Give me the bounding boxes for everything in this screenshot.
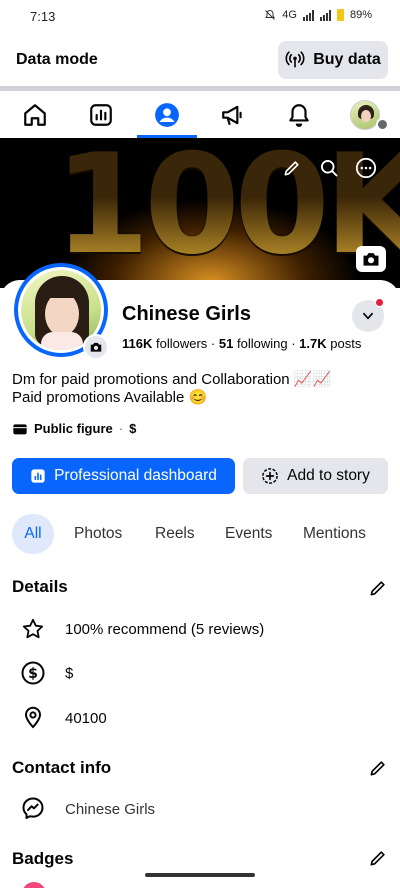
- nav-menu[interactable]: [332, 91, 398, 138]
- price-text: $: [65, 665, 74, 682]
- category-separator: ·: [118, 421, 124, 436]
- edit-contact-button[interactable]: [366, 756, 390, 780]
- star-icon: [20, 616, 46, 642]
- tab-all[interactable]: All: [12, 514, 54, 554]
- notification-dot: [375, 298, 384, 307]
- status-bar: 7:13 4G 89%: [0, 0, 400, 34]
- tab-reels[interactable]: Reels: [155, 514, 195, 554]
- nav-notifications[interactable]: [266, 91, 332, 138]
- nav-ads[interactable]: [200, 91, 266, 138]
- dashboard-label: Professional dashboard: [54, 467, 217, 484]
- broadcast-icon: [285, 51, 305, 68]
- search-button[interactable]: [314, 153, 344, 183]
- home-icon: [24, 103, 46, 126]
- profile-name: Chinese Girls: [122, 303, 251, 325]
- battery-level: 89%: [349, 9, 372, 21]
- profile-category: Public figure · $: [12, 421, 136, 436]
- profile-bio: Dm for paid promotions and Collaboration…: [12, 371, 331, 407]
- location-icon: [20, 704, 46, 730]
- top-nav: [0, 91, 400, 138]
- edit-badges-button[interactable]: [366, 846, 390, 870]
- tab-mentions[interactable]: Mentions: [303, 514, 366, 554]
- camera-icon: [363, 253, 379, 266]
- profile-icon: [155, 102, 179, 127]
- profile-stats: 116K followers · 51 following · 1.7K pos…: [122, 336, 361, 351]
- buy-data-label: Buy data: [313, 51, 381, 68]
- nav-profile[interactable]: [134, 91, 200, 138]
- data-mode-bar: Data mode Buy data: [0, 34, 400, 86]
- add-story-icon: [262, 468, 279, 484]
- tab-events[interactable]: Events: [225, 514, 272, 554]
- data-mode-label: Data mode: [16, 51, 98, 68]
- edit-cover-button[interactable]: [277, 153, 307, 183]
- contact-title: Contact info: [12, 758, 112, 777]
- menu-badge: [376, 118, 389, 131]
- battery-icon: [336, 9, 344, 21]
- tab-photos[interactable]: Photos: [74, 514, 122, 554]
- add-story-label: Add to story: [287, 467, 370, 484]
- following-label: following: [236, 336, 288, 351]
- stats-separator: ·: [291, 336, 296, 351]
- pencil-icon: [284, 161, 299, 176]
- dollar-icon: $: [20, 660, 46, 686]
- professional-dashboard-button[interactable]: Professional dashboard: [12, 458, 235, 494]
- price-range: $: [129, 421, 137, 436]
- details-title: Details: [12, 577, 68, 596]
- category-label: Public figure: [34, 421, 113, 436]
- buy-data-button[interactable]: Buy data: [278, 41, 388, 79]
- cover-text-shine: 100K: [54, 138, 400, 285]
- followers-label: followers: [156, 336, 208, 351]
- nav-home[interactable]: [2, 91, 68, 138]
- pencil-icon: [370, 851, 385, 866]
- camera-icon: [90, 342, 102, 352]
- badges-title: Badges: [12, 849, 74, 868]
- search-icon: [321, 160, 338, 177]
- briefcase-icon: [13, 423, 27, 434]
- posts-count[interactable]: 1.7K: [299, 336, 326, 351]
- stats-separator: ·: [210, 336, 216, 351]
- svg-text:$: $: [28, 666, 38, 682]
- status-icons: 4G 89%: [264, 9, 372, 21]
- bell-icon: [289, 103, 309, 127]
- bio-line: Paid promotions Available 😊: [12, 389, 208, 406]
- pencil-icon: [370, 581, 385, 596]
- nav-dashboard[interactable]: [68, 91, 134, 138]
- dashboard-icon: [31, 469, 45, 483]
- location-text[interactable]: 40100: [65, 710, 107, 727]
- status-time: 7:13: [30, 9, 56, 24]
- mute-icon: [265, 9, 276, 20]
- dashboard-icon: [90, 103, 112, 126]
- change-cover-button[interactable]: [356, 246, 386, 272]
- chevron-down-icon: [363, 312, 373, 320]
- signal-icon: [302, 9, 314, 21]
- home-indicator[interactable]: [145, 873, 255, 877]
- messenger-icon: [20, 795, 46, 821]
- signal-icon-2: [319, 9, 331, 21]
- recommend-text[interactable]: 100% recommend (5 reviews): [65, 621, 264, 638]
- add-to-story-button[interactable]: Add to story: [243, 458, 388, 494]
- followers-count[interactable]: 116K: [122, 336, 152, 351]
- change-avatar-button[interactable]: [83, 334, 109, 360]
- megaphone-icon: [222, 105, 242, 125]
- more-icon: [355, 157, 377, 179]
- network-type: 4G: [282, 9, 297, 21]
- posts-label: posts: [330, 336, 362, 351]
- following-count[interactable]: 51: [219, 336, 233, 351]
- profile-tabs: All Photos Reels Events Mentions: [0, 514, 400, 554]
- pencil-icon: [370, 761, 385, 776]
- bio-line: Dm for paid promotions and Collaboration…: [12, 371, 332, 388]
- messenger-text[interactable]: Chinese Girls: [65, 801, 155, 818]
- more-button[interactable]: [351, 153, 381, 183]
- edit-details-button[interactable]: [366, 576, 390, 600]
